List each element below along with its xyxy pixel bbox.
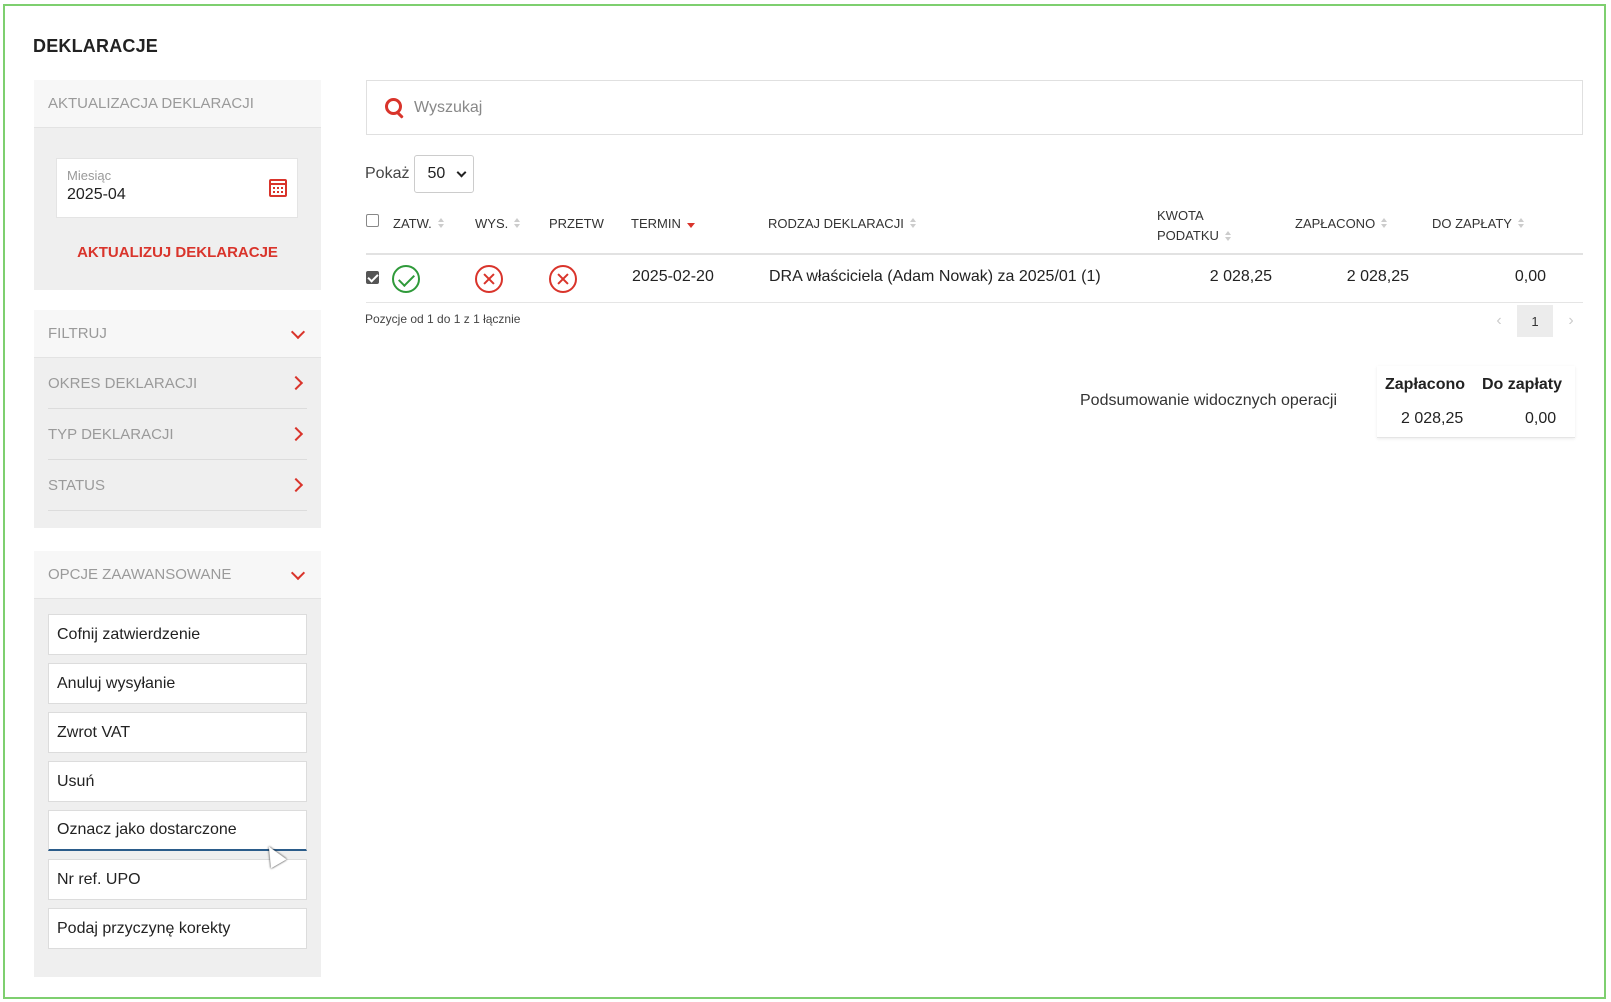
month-field-label: Miesiąc: [67, 168, 112, 183]
cancel-sending-button[interactable]: Anuluj wysyłanie: [48, 663, 307, 704]
filter-panel-title: FILTRUJ: [48, 325, 107, 342]
advanced-options-panel: OPCJE ZAAWANSOWANE Cofnij zatwierdzenie …: [34, 551, 321, 977]
month-field-value[interactable]: 2025-04: [67, 186, 287, 204]
page-1-button[interactable]: 1: [1517, 305, 1553, 337]
table-header-divider: [366, 253, 1583, 255]
summary-paid-value: 2 028,25: [1401, 410, 1464, 427]
calendar-icon[interactable]: [269, 179, 287, 197]
filter-item-label: TYP DEKLARACJI: [48, 425, 174, 443]
column-label: RODZAJ DEKLARACJI: [768, 216, 904, 231]
chevron-right-icon: [288, 477, 304, 493]
undo-approval-button[interactable]: Cofnij zatwierdzenie: [48, 614, 307, 655]
filter-item-type[interactable]: TYP DEKLARACJI: [48, 409, 307, 460]
sort-icon: [437, 218, 445, 229]
select-all-checkbox[interactable]: [366, 214, 379, 227]
mark-delivered-button[interactable]: Oznacz jako dostarczone: [48, 810, 307, 851]
cell-zaplacono: 2 028,25: [1346, 268, 1409, 285]
column-header-przetw: PRZETW: [549, 216, 604, 231]
column-header-wys[interactable]: WYS.: [475, 216, 521, 231]
row-checkbox[interactable]: [366, 271, 379, 284]
column-label: PRZETW: [549, 216, 604, 231]
delete-button[interactable]: Usuń: [48, 761, 307, 802]
search-icon: [385, 97, 405, 118]
chevron-down-icon: [457, 167, 467, 178]
filter-panel: FILTRUJ OKRES DEKLARACJI TYP DEKLARACJI …: [34, 310, 321, 528]
column-header-zaplacono[interactable]: ZAPŁACONO: [1295, 216, 1388, 231]
column-label: KWOTA: [1157, 208, 1204, 223]
sort-icon: [514, 218, 521, 229]
page-size-select[interactable]: 50: [414, 155, 475, 193]
page-size-label: Pokaż: [365, 165, 410, 182]
month-field[interactable]: Miesiąc 2025-04: [56, 158, 298, 218]
column-header-do-zaplaty[interactable]: DO ZAPŁATY: [1432, 216, 1525, 231]
table-info: Pozycje od 1 do 1 z 1 łącznie: [365, 312, 521, 326]
column-label: ZAPŁACONO: [1295, 216, 1376, 231]
not-processed-x-icon: [549, 265, 577, 293]
column-header-zatw[interactable]: ZATW.: [393, 216, 445, 231]
column-label: ZATW.: [393, 216, 432, 231]
next-page-button[interactable]: ›: [1553, 305, 1589, 337]
column-label: TERMIN: [631, 216, 681, 231]
advanced-panel-title: OPCJE ZAAWANSOWANE: [48, 566, 232, 583]
filter-item-label: STATUS: [48, 476, 105, 494]
column-label: PODATKU: [1157, 228, 1219, 243]
filter-panel-header[interactable]: FILTRUJ: [34, 310, 321, 358]
chevron-down-icon[interactable]: [290, 324, 306, 339]
page-size-control: Pokaż 50: [365, 155, 475, 193]
update-panel-title: AKTUALIZACJA DEKLARACJI: [48, 95, 254, 112]
column-header-termin[interactable]: TERMIN: [631, 216, 695, 231]
advanced-panel-header[interactable]: OPCJE ZAAWANSOWANE: [34, 551, 321, 599]
select-all-checkbox-cell: [366, 214, 379, 227]
vat-refund-button[interactable]: Zwrot VAT: [48, 712, 307, 753]
filter-item-period[interactable]: OKRES DEKLARACJI: [48, 358, 307, 409]
chevron-right-icon: [288, 426, 304, 442]
search-bar[interactable]: [366, 80, 1583, 135]
cell-kwota: 2 028,25: [1209, 268, 1272, 285]
chevron-right-icon: [288, 375, 304, 391]
table-row-divider: [366, 302, 1583, 303]
prev-page-button[interactable]: ‹: [1481, 305, 1517, 337]
cell-do-zaplaty: 0,00: [1514, 268, 1546, 285]
advanced-options-list: Cofnij zatwierdzenie Anuluj wysyłanie Zw…: [34, 599, 321, 949]
summary-paid-header: Zapłacono: [1385, 376, 1466, 393]
correction-reason-button[interactable]: Podaj przyczynę korekty: [48, 908, 307, 949]
summary-label: Podsumowanie widocznych operacji: [1080, 392, 1338, 409]
cell-rodzaj[interactable]: DRA właściciela (Adam Nowak) za 2025/01 …: [769, 268, 1101, 286]
summary-due-header: Do zapłaty: [1482, 376, 1563, 393]
pagination: ‹ 1 ›: [1481, 305, 1589, 337]
column-header-rodzaj[interactable]: RODZAJ DEKLARACJI: [768, 216, 917, 231]
summary-due-value: 0,00: [1525, 410, 1557, 427]
summary-table: Zapłacono Do zapłaty 2 028,25 0,00: [1377, 366, 1575, 438]
not-sent-x-icon: [475, 265, 503, 293]
chevron-down-icon[interactable]: [290, 565, 306, 580]
search-input[interactable]: [414, 98, 1014, 117]
sort-icon: [1517, 218, 1525, 229]
column-label: DO ZAPŁATY: [1432, 216, 1512, 231]
filter-item-status[interactable]: STATUS: [48, 460, 307, 511]
upo-ref-number-button[interactable]: Nr ref. UPO: [48, 859, 307, 900]
sort-icon: [909, 218, 917, 229]
column-header-kwota[interactable]: KWOTA PODATKU: [1157, 206, 1232, 246]
page-title: DEKLARACJE: [33, 36, 159, 56]
update-declarations-button[interactable]: AKTUALIZUJ DEKLARACJE: [34, 244, 321, 261]
update-declarations-panel: AKTUALIZACJA DEKLARACJI Miesiąc 2025-04 …: [34, 80, 321, 290]
sort-icon: [1224, 230, 1232, 242]
sort-descending-icon: [686, 218, 695, 229]
approved-check-icon: [392, 265, 420, 293]
page-size-value: 50: [427, 165, 446, 182]
cell-termin: 2025-02-20: [632, 268, 714, 285]
update-panel-header: AKTUALIZACJA DEKLARACJI: [34, 80, 321, 128]
filter-item-label: OKRES DEKLARACJI: [48, 374, 198, 392]
column-label: WYS.: [475, 216, 509, 231]
sort-icon: [1381, 218, 1388, 229]
